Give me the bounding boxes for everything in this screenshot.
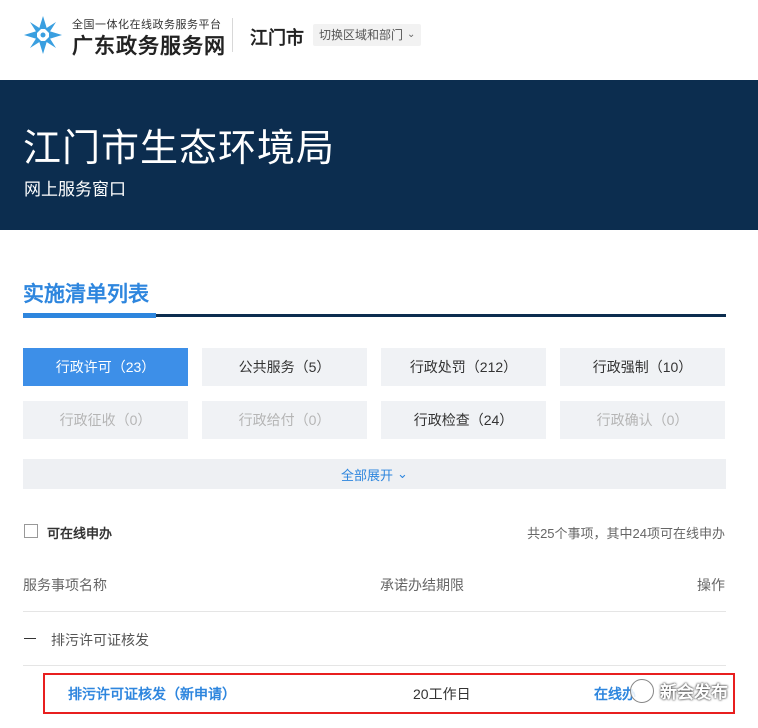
section-underline-accent <box>23 313 156 318</box>
watermark: 新会发布 <box>630 678 728 703</box>
service-item-link[interactable]: 排污许可证核发（新申请） <box>68 684 236 704</box>
filter-xingzheng-zhengshou: 行政征收（0） <box>23 401 188 439</box>
online-only-checkbox[interactable] <box>24 524 38 538</box>
watermark-text: 新会发布 <box>660 683 728 702</box>
column-header-deadline: 承诺办结期限 <box>380 577 464 593</box>
expand-all-label: 全部展开 <box>341 467 394 483</box>
filter-xingzheng-queren: 行政确认（0） <box>560 401 725 439</box>
filter-gonggong-fuwu[interactable]: 公共服务（5） <box>202 348 367 386</box>
department-title: 江门市生态环境局 <box>23 128 336 170</box>
table-divider <box>23 611 726 612</box>
current-city: 江门市 <box>250 28 304 48</box>
service-item-deadline: 20工作日 <box>413 686 471 702</box>
filter-xingzheng-qiangzhi[interactable]: 行政强制（10） <box>560 348 725 386</box>
items-summary: 共25个事项，其中24项可在线申办 <box>527 526 725 541</box>
switch-region-label: 切换区域和部门 <box>319 28 404 42</box>
top-bar: 全国一体化在线政务服务平台 广东政务服务网 江门市 切换区域和部门 ⌄ <box>0 0 758 80</box>
logo-icon[interactable] <box>22 14 64 56</box>
watermark-logo-icon <box>630 678 654 703</box>
online-only-label[interactable]: 可在线申办 <box>47 523 112 542</box>
header-divider <box>232 18 233 52</box>
column-header-action: 操作 <box>697 577 725 593</box>
filter-xingzheng-chufa[interactable]: 行政处罚（212） <box>381 348 546 386</box>
chevron-down-icon: ⌄ <box>407 29 416 40</box>
table-divider <box>23 665 726 666</box>
department-subtitle: 网上服务窗口 <box>24 180 126 199</box>
switch-region-button[interactable]: 切换区域和部门 ⌄ <box>313 24 422 46</box>
filter-xingzheng-xuke[interactable]: 行政许可（23） <box>23 348 188 386</box>
filter-xingzheng-geifu: 行政给付（0） <box>202 401 367 439</box>
chevron-down-icon: ⌄ <box>397 466 408 481</box>
filter-xingzheng-jiancha[interactable]: 行政检查（24） <box>381 401 546 439</box>
column-header-name: 服务事项名称 <box>23 577 107 593</box>
section-title: 实施清单列表 <box>23 283 149 306</box>
collapse-icon[interactable] <box>24 638 36 639</box>
expand-all-button[interactable]: 全部展开 ⌄ <box>23 459 726 489</box>
site-name[interactable]: 广东政务服务网 <box>72 30 226 60</box>
group-name[interactable]: 排污许可证核发 <box>51 630 149 650</box>
